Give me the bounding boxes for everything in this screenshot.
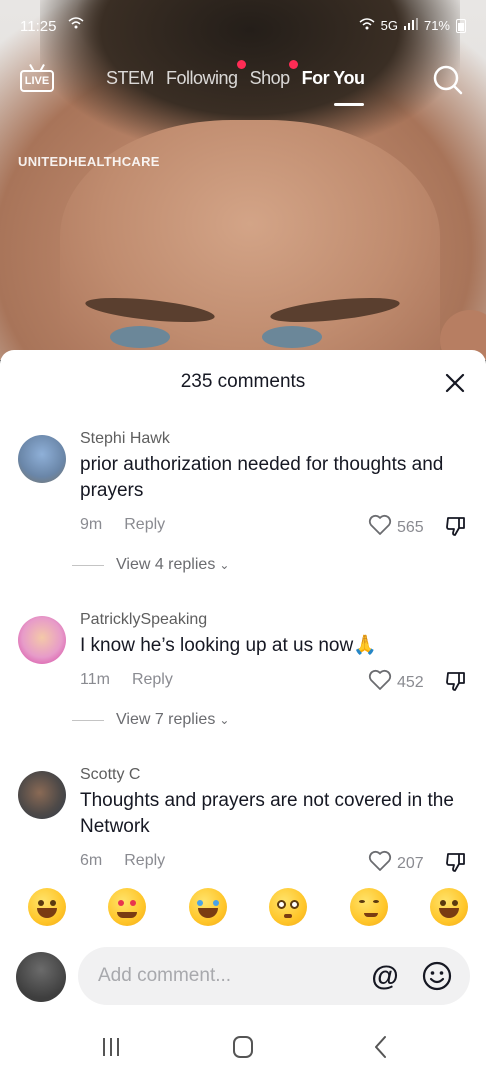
feed-tabs: STEM Following Shop For You [106, 60, 376, 89]
reply-button[interactable]: Reply [132, 671, 173, 689]
sponsor-label: UNITEDHEALTHCARE [18, 154, 160, 169]
emoji-quick-bar [28, 888, 468, 926]
comment-input-container[interactable]: @ [78, 947, 470, 1005]
flushed-face-emoji-icon[interactable] [269, 888, 308, 926]
view-replies-button[interactable]: View 4 replies ⌄ [72, 556, 229, 574]
reply-button[interactable]: Reply [124, 516, 165, 534]
heart-icon [368, 669, 392, 696]
view-replies-label: View 7 replies [116, 711, 216, 728]
tab-following[interactable]: Following [166, 60, 246, 89]
emoji-picker-icon[interactable] [422, 961, 452, 991]
tab-shop[interactable]: Shop [250, 60, 298, 89]
comment-meta: 11m Reply [80, 671, 173, 689]
comment-username[interactable]: Scotty C [80, 766, 140, 784]
chevron-down-icon: ⌄ [219, 713, 230, 727]
video-frame-eye [262, 326, 322, 348]
tab-for-you[interactable]: For You [302, 68, 365, 89]
battery-icon [456, 18, 466, 33]
dislike-icon[interactable] [444, 514, 468, 538]
like-count: 452 [397, 673, 424, 691]
live-label: LIVE [20, 70, 54, 92]
status-bar: 11:25 5G 71% [0, 0, 486, 56]
dislike-icon[interactable] [444, 669, 468, 693]
like-count: 207 [397, 854, 424, 872]
comment-text: I know he’s looking up at us now🙏 [80, 635, 377, 656]
live-tv-icon[interactable]: LIVE [20, 64, 54, 94]
heart-icon [368, 514, 392, 541]
comment-time: 6m [80, 852, 103, 869]
tab-stem[interactable]: STEM [106, 68, 155, 89]
current-user-avatar[interactable] [16, 952, 66, 1002]
notification-dot [288, 60, 298, 69]
like-button[interactable]: 565 [368, 514, 424, 541]
status-indicators: 5G 71% [359, 18, 466, 33]
active-tab-indicator [334, 103, 364, 106]
grinning-face-emoji-icon[interactable] [28, 888, 66, 926]
like-button[interactable]: 452 [368, 669, 424, 696]
view-replies-button[interactable]: View 7 replies ⌄ [72, 711, 229, 729]
recent-apps-icon[interactable] [96, 1032, 126, 1062]
heart-icon [368, 850, 392, 877]
grinning-face-with-sweat-emoji-icon[interactable] [429, 888, 468, 926]
avatar[interactable] [18, 771, 66, 819]
comment-text: prior authorization needed for thoughts … [80, 454, 444, 501]
like-button[interactable]: 207 [368, 850, 424, 877]
comment-text: Thoughts and prayers are not covered in … [80, 790, 454, 837]
comment-meta: 9m Reply [80, 516, 165, 534]
dislike-icon[interactable] [444, 850, 468, 874]
chevron-down-icon: ⌄ [219, 558, 230, 572]
search-icon[interactable] [432, 64, 464, 96]
comment-time: 11m [80, 671, 110, 688]
divider [72, 564, 104, 566]
home-icon[interactable] [228, 1032, 258, 1062]
comments-count-title: 235 comments [180, 371, 306, 392]
signal-icon [403, 18, 418, 33]
avatar[interactable] [18, 435, 66, 483]
notification-dot [236, 60, 246, 69]
battery-percent: 71% [423, 18, 450, 33]
comment-username[interactable]: Stephi Hawk [80, 430, 170, 448]
smiling-face-with-hearts-emoji-icon[interactable] [108, 888, 147, 926]
comment-time: 9m [80, 516, 103, 533]
face-with-tears-of-joy-emoji-icon[interactable] [188, 888, 227, 926]
like-count: 565 [397, 518, 424, 536]
system-nav-bar [0, 1010, 486, 1080]
smirking-face-emoji-icon[interactable] [349, 888, 388, 926]
wifi-icon [359, 18, 375, 33]
network-label: 5G [380, 18, 398, 33]
comment-input[interactable] [98, 947, 358, 1005]
comment-username[interactable]: PatricklySpeaking [80, 611, 207, 629]
wifi-calling-icon [68, 16, 84, 32]
comment-meta: 6m Reply [80, 852, 165, 870]
close-icon[interactable] [444, 372, 466, 394]
view-replies-label: View 4 replies [116, 556, 216, 573]
status-time: 11:25 [20, 18, 57, 35]
avatar[interactable] [18, 616, 66, 664]
comments-sheet: 235 comments Stephi Hawk prior authoriza… [0, 350, 486, 1080]
video-frame-eye [110, 326, 170, 348]
divider [72, 719, 104, 721]
mention-icon[interactable]: @ [370, 961, 400, 991]
reply-button[interactable]: Reply [124, 852, 165, 870]
back-icon[interactable] [366, 1032, 396, 1062]
